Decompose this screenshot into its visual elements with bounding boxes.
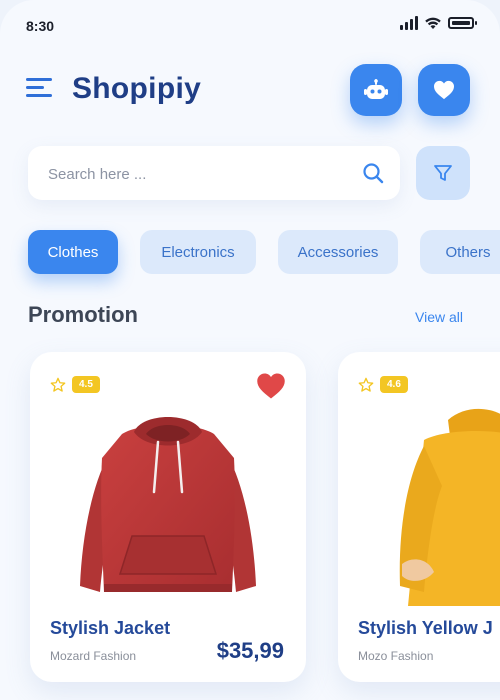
search-icon[interactable] [362, 162, 384, 184]
view-all-link[interactable]: View all [415, 309, 463, 325]
category-chip-electronics[interactable]: Electronics [140, 230, 256, 274]
product-name: Stylish Yellow J [358, 618, 493, 638]
category-chip-clothes[interactable]: Clothes [28, 230, 118, 274]
yellow-sweater-image [399, 408, 500, 606]
product-name: Stylish Jacket [50, 618, 171, 638]
star-icon [50, 377, 66, 392]
red-hoodie-image [80, 417, 256, 592]
status-icons [400, 16, 477, 30]
product-card[interactable]: 4.6 Stylish Yellow J Mozo Fashion [338, 352, 500, 682]
category-chip-others[interactable]: Others [420, 230, 500, 274]
filter-icon [434, 165, 452, 181]
filter-button[interactable] [416, 146, 470, 200]
search-input[interactable] [46, 146, 350, 202]
app-title: Shopipiy [72, 72, 202, 105]
assistant-bot-button[interactable] [350, 64, 402, 116]
menu-icon[interactable] [26, 78, 52, 100]
category-chips: Clothes Electronics Accessories Others [28, 230, 500, 274]
wifi-icon [425, 17, 441, 29]
status-time: 8:30 [26, 18, 55, 34]
product-price: $35,99 [216, 638, 284, 663]
battery-icon [448, 17, 477, 29]
robot-icon [364, 79, 388, 99]
promotion-title: Promotion [28, 302, 138, 327]
rating: 4.6 [358, 376, 408, 393]
product-brand: Mozo Fashion [358, 649, 434, 663]
category-chip-accessories[interactable]: Accessories [278, 230, 398, 274]
search-bar [28, 146, 400, 202]
rating-badge: 4.5 [72, 376, 100, 393]
favorites-button[interactable] [418, 64, 470, 116]
star-icon [358, 377, 374, 392]
product-card[interactable]: 4.5 Stylish Jacket Mozard Fashion $35,99 [30, 352, 306, 682]
product-brand: Mozard Fashion [50, 649, 137, 663]
status-bar: 8:30 [0, 0, 500, 52]
signal-icon [400, 16, 418, 30]
phone-screen: 8:30 Shopipiy Search here ... Clothes El… [0, 0, 500, 700]
rating: 4.5 [50, 376, 100, 393]
rating-badge: 4.6 [380, 376, 408, 393]
heart-icon [434, 80, 454, 100]
